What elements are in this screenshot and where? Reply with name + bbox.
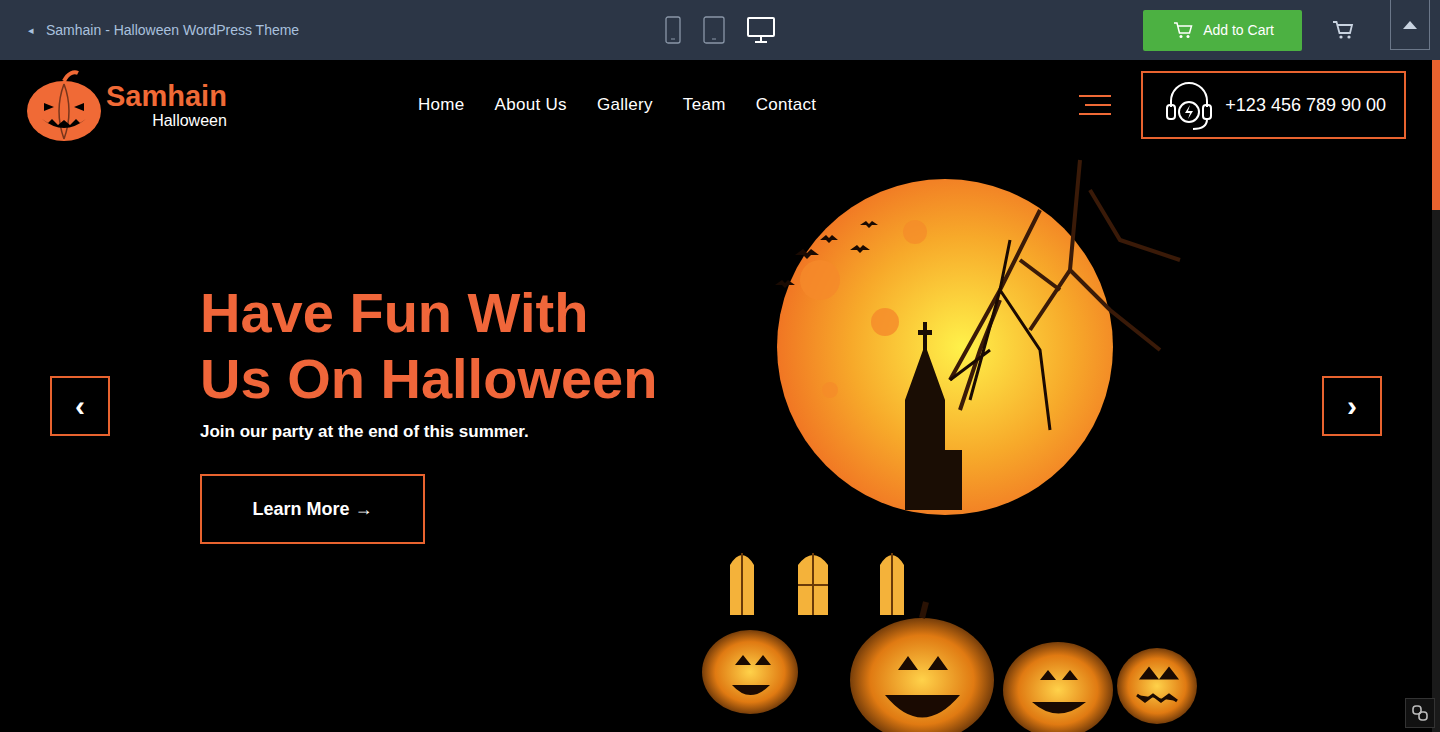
add-to-cart-button[interactable]: Add to Cart xyxy=(1143,10,1302,51)
phone-device-icon[interactable] xyxy=(665,16,681,44)
collapse-button[interactable] xyxy=(1390,0,1430,50)
cart-icon xyxy=(1173,21,1193,39)
learn-more-button[interactable]: Learn More → xyxy=(200,474,425,544)
pumpkin-logo-icon xyxy=(24,67,104,143)
device-switcher xyxy=(665,16,775,44)
main-nav: Home About Us Gallery Team Contact xyxy=(418,95,816,115)
menu-icon[interactable] xyxy=(1079,94,1111,116)
device-state xyxy=(703,16,725,44)
up-arrow-icon xyxy=(1402,20,1418,30)
hero-title-line: Us On Halloween xyxy=(200,346,700,412)
nav-link[interactable]: About Us xyxy=(495,95,567,115)
phone-box[interactable]: +123 456 789 90 00 xyxy=(1141,71,1406,139)
hero-subtitle: Join our party at the end of this summer… xyxy=(200,422,700,442)
device-state xyxy=(665,16,681,44)
next-slide-button[interactable]: › xyxy=(1322,376,1382,436)
preview-bar: ◂ Samhain - Halloween WordPress Theme Add … xyxy=(0,0,1440,60)
logo[interactable]: Samhain Halloween xyxy=(0,67,418,143)
add-to-cart-label[interactable]: Add to Cart xyxy=(1203,22,1274,38)
tablet-device-icon[interactable] xyxy=(703,16,725,44)
site-preview: Samhain Halloween Home About Us Gallery Team C… xyxy=(0,60,1440,732)
phone-number[interactable]: +123 456 789 90 00 xyxy=(1225,95,1386,116)
scrollbar-thumb[interactable] xyxy=(1432,60,1440,210)
cart-icon[interactable] xyxy=(1332,20,1354,40)
theme-title[interactable]: Samhain - Halloween WordPress Theme xyxy=(46,22,299,38)
headset-icon xyxy=(1163,77,1215,133)
nav-link[interactable]: Team xyxy=(683,95,726,115)
device-state xyxy=(747,16,775,44)
hero-title-line: Have Fun With xyxy=(200,280,700,346)
scrollbar[interactable] xyxy=(1432,60,1440,732)
logo-tagline[interactable]: Halloween xyxy=(152,113,227,129)
nav-link[interactable]: Home xyxy=(418,95,465,115)
hero-slider: ‹ Have Fun WithUs On Halloween Join our pa… xyxy=(0,150,1440,732)
link-icon[interactable] xyxy=(1405,698,1435,728)
back-icon[interactable]: ◂ xyxy=(28,24,34,37)
site-header: Samhain Halloween Home About Us Gallery Team C… xyxy=(0,60,1440,150)
prev-slide-button[interactable]: ‹ xyxy=(50,376,110,436)
logo-name[interactable]: Samhain xyxy=(106,82,227,111)
hero-image xyxy=(700,150,1220,732)
nav-link[interactable]: Contact xyxy=(756,95,817,115)
halloween-illustration-icon xyxy=(700,150,1220,732)
nav-link[interactable]: Gallery xyxy=(597,95,653,115)
desktop-device-icon[interactable] xyxy=(747,16,775,44)
